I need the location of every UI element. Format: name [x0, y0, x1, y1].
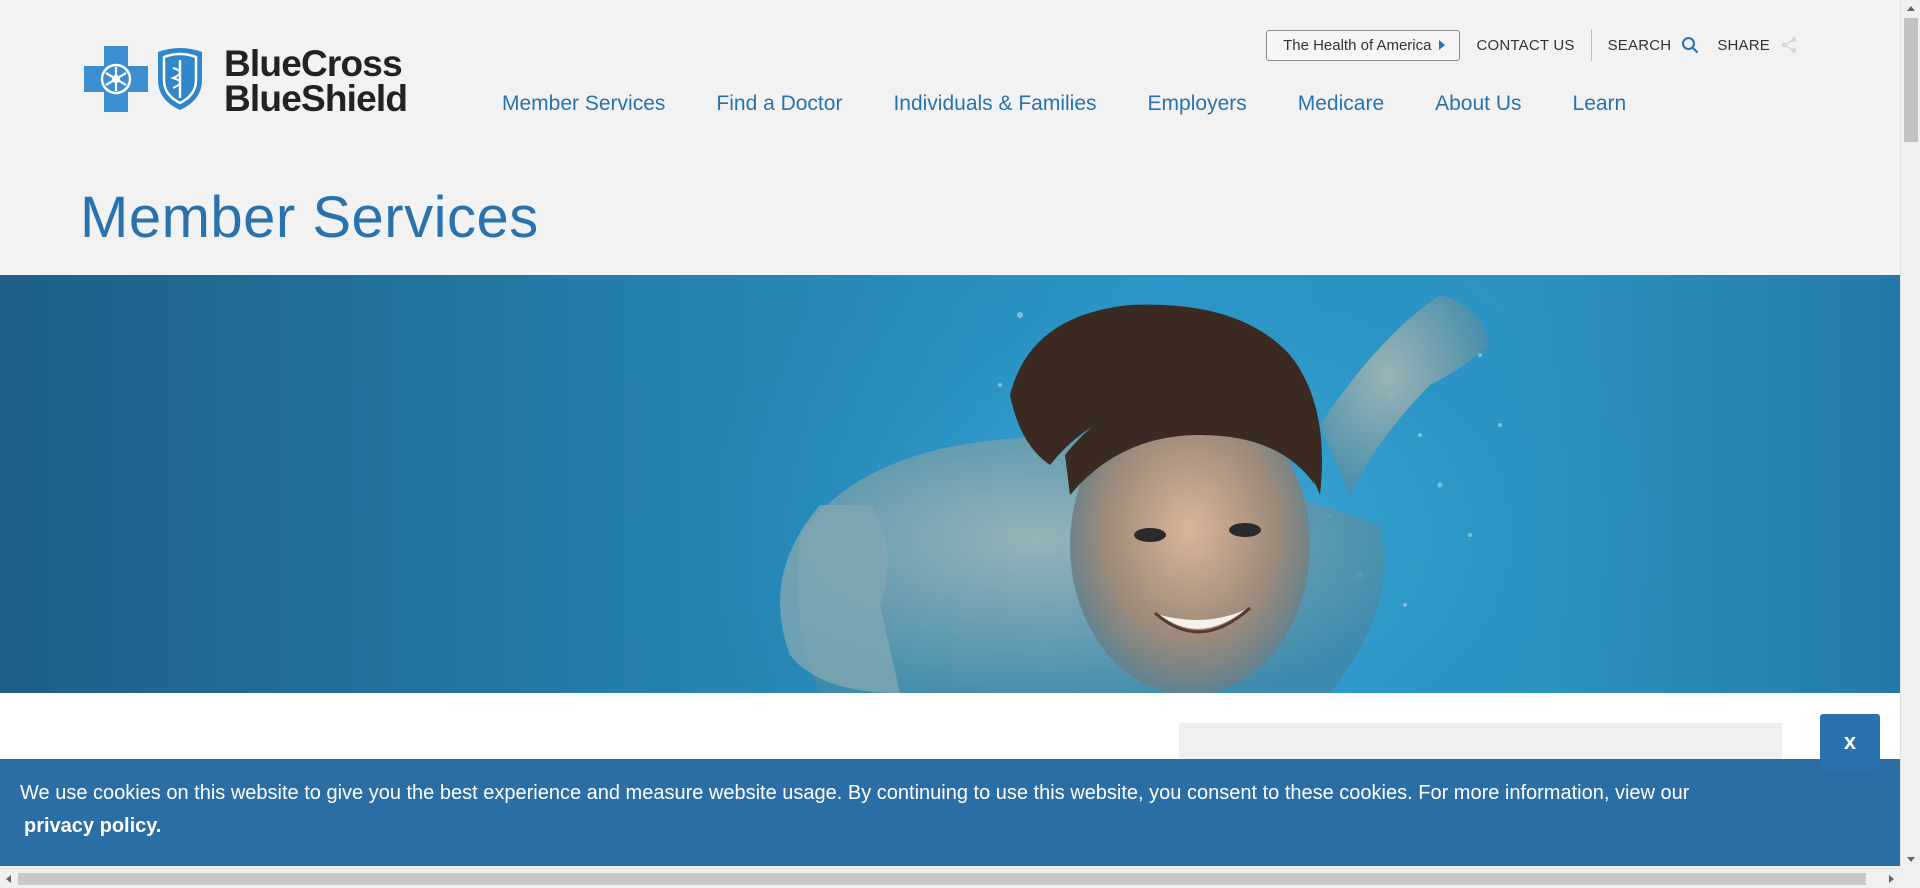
scroll-down-arrow-icon[interactable]: [1907, 857, 1915, 862]
close-label: x: [1843, 729, 1857, 754]
brand-wordmark: BlueCross BlueShield: [224, 43, 408, 119]
share-icon: [1780, 36, 1798, 54]
hero-image: [0, 275, 1900, 693]
bcbs-logo[interactable]: BlueCross BlueShield: [84, 43, 408, 119]
nav-item-about-us[interactable]: About Us: [1435, 92, 1521, 116]
scroll-up-arrow-icon[interactable]: [1907, 6, 1915, 11]
share-button[interactable]: SHARE: [1717, 36, 1798, 54]
utility-bar: The Health of America CONTACT US SEARCH …: [1266, 29, 1798, 61]
blue-shield-logo-icon: [158, 48, 202, 110]
cookie-banner: We use cookies on this website to give y…: [0, 759, 1900, 866]
privacy-policy-link[interactable]: privacy policy.: [24, 815, 161, 838]
brand-line-1: BlueCross: [224, 43, 403, 84]
nav-item-medicare[interactable]: Medicare: [1298, 92, 1384, 116]
nav-item-individuals-families[interactable]: Individuals & Families: [893, 92, 1096, 116]
search-icon: [1681, 36, 1699, 54]
search-label: SEARCH: [1607, 36, 1672, 54]
brand-line-2: BlueShield: [224, 78, 408, 119]
utility-divider: [1590, 29, 1592, 61]
close-cookie-banner-button[interactable]: x: [1820, 714, 1880, 770]
scrollbar-corner: [1900, 868, 1920, 888]
scroll-right-arrow-icon[interactable]: [1889, 875, 1894, 883]
cookie-message: We use cookies on this website to give y…: [20, 782, 1690, 804]
nav-item-employers[interactable]: Employers: [1148, 92, 1247, 116]
vertical-scrollbar[interactable]: [1900, 0, 1920, 868]
page-title: Member Services: [80, 185, 539, 250]
horizontal-scrollbar[interactable]: [0, 868, 1900, 888]
contact-us-link[interactable]: CONTACT US: [1476, 37, 1574, 54]
main-navigation: Member Services Find a Doctor Individual…: [502, 92, 1626, 116]
health-of-america-button[interactable]: The Health of America: [1266, 29, 1461, 61]
search-button[interactable]: SEARCH: [1608, 36, 1700, 54]
nav-item-learn[interactable]: Learn: [1573, 92, 1627, 116]
hero-swimmer-illustration: [780, 295, 1502, 693]
health-of-america-label: The Health of America: [1283, 36, 1432, 54]
share-label: SHARE: [1717, 36, 1770, 54]
caret-right-icon: [1439, 40, 1446, 50]
blue-cross-logo-icon: [84, 46, 148, 112]
horizontal-scroll-thumb[interactable]: [18, 873, 1866, 885]
nav-item-find-a-doctor[interactable]: Find a Doctor: [716, 92, 842, 116]
vertical-scroll-thumb[interactable]: [1904, 18, 1918, 142]
scroll-left-arrow-icon[interactable]: [6, 875, 11, 883]
nav-item-member-services[interactable]: Member Services: [502, 92, 665, 116]
